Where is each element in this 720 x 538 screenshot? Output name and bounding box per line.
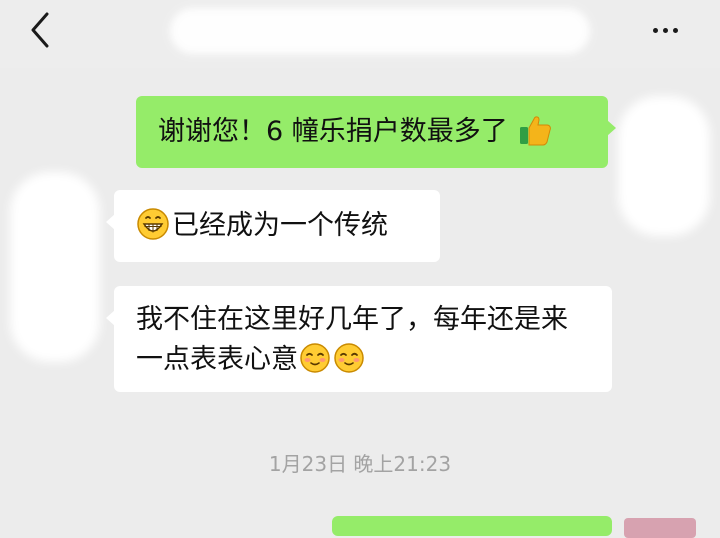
chevron-left-icon bbox=[31, 12, 49, 48]
message-text: 谢谢您！6 幢乐捐户数最多了 bbox=[158, 116, 508, 147]
avatar-partial bbox=[624, 518, 696, 538]
grin-emoji-icon bbox=[137, 207, 169, 240]
thumbs-up-emoji-icon bbox=[520, 115, 552, 145]
message-timestamp: 1月23日 晚上21:23 bbox=[268, 452, 452, 476]
more-button[interactable] bbox=[640, 12, 690, 48]
redacted-avatar-self bbox=[618, 96, 710, 236]
message-bubble-received[interactable]: 已经成为一个传统 bbox=[106, 190, 440, 262]
shy-smile-emoji-icon bbox=[300, 342, 330, 373]
shy-smile-emoji-icon bbox=[334, 342, 364, 373]
more-dots-icon bbox=[652, 27, 658, 33]
message-bubble-received[interactable]: 我不住在这里好几年了，每年还是来一点表表心意 bbox=[106, 286, 612, 392]
message-text: 已经成为一个传统 bbox=[172, 210, 388, 241]
message-bubble-sent-partial[interactable] bbox=[332, 516, 612, 536]
redacted-chat-title bbox=[170, 8, 590, 54]
chat-header bbox=[0, 0, 720, 68]
message-bubble-sent[interactable]: 谢谢您！6 幢乐捐户数最多了 bbox=[136, 96, 616, 168]
redacted-avatar-contact bbox=[10, 172, 100, 362]
back-button[interactable] bbox=[22, 10, 58, 50]
